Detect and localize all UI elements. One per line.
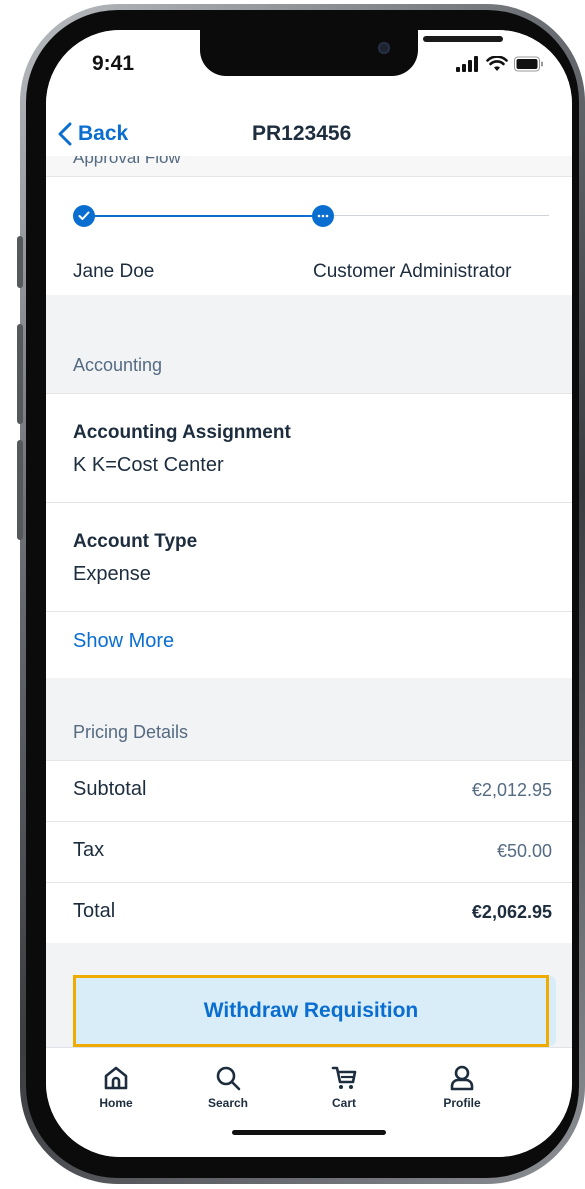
tab-home[interactable]: Home: [76, 1064, 156, 1110]
price-label: Total: [73, 900, 116, 922]
tab-cart[interactable]: Cart: [304, 1064, 384, 1110]
approval-flow: Jane Doe Customer Administrator: [46, 177, 572, 295]
pricing-details-header-label: Pricing Details: [73, 722, 189, 742]
speaker: [423, 36, 503, 42]
profile-icon: [450, 1065, 474, 1091]
approval-remaining-line: [334, 215, 549, 216]
field-label: Account Type: [73, 531, 198, 552]
field-label: Accounting Assignment: [73, 422, 291, 443]
price-label: Subtotal: [73, 778, 147, 800]
show-more-link[interactable]: Show More: [73, 630, 174, 653]
pricing-details-header: Pricing Details: [46, 678, 572, 761]
field-value: K K=Cost Center: [73, 454, 224, 476]
price-value: €50.00: [496, 841, 552, 861]
section-spacer: [46, 295, 572, 341]
price-value: €2,062.95: [471, 902, 552, 922]
accounting-header: Accounting: [46, 341, 572, 394]
tab-label: Search: [207, 1096, 249, 1110]
tax-row: Tax €50.00: [46, 822, 572, 883]
page-title: PR123456: [252, 122, 352, 145]
approval-step-2-name: Customer Administrator: [313, 261, 512, 282]
accounting-assignment-field: Accounting Assignment K K=Cost Center: [46, 394, 572, 503]
tab-label: Profile: [443, 1096, 481, 1110]
step-completed-check-icon: [73, 205, 95, 227]
back-label: Back: [78, 122, 129, 145]
notch: [200, 30, 503, 76]
accounting-header-label: Accounting: [73, 355, 163, 375]
scroll-content[interactable]: Approval Flow Jane Doe Customer Administ…: [46, 156, 572, 1073]
volume-down-button: [17, 440, 23, 540]
tab-label: Home: [99, 1096, 133, 1110]
approval-flow-header-label: Approval Flow: [73, 156, 181, 167]
price-value: €2,012.95: [471, 780, 552, 800]
cart-icon: [331, 1066, 357, 1089]
approval-flow-header: Approval Flow: [46, 156, 572, 177]
tab-profile[interactable]: Profile: [422, 1064, 502, 1110]
account-type-field: Account Type Expense: [46, 503, 572, 612]
price-label: Tax: [73, 839, 105, 861]
approval-step-1-name: Jane Doe: [73, 261, 155, 282]
screen: 9:41 Back PR123456 Approval Flow Jane Do…: [46, 30, 572, 1157]
approval-progress-line: [94, 215, 324, 217]
total-row: Total €2,062.95: [46, 883, 572, 943]
chevron-left-icon: [58, 122, 72, 146]
tab-label: Cart: [331, 1096, 356, 1110]
show-more-row: Show More: [46, 612, 572, 678]
withdraw-requisition-button[interactable]: Withdraw Requisition: [73, 975, 549, 1047]
step-in-progress-icon: [312, 205, 334, 227]
status-time: 9:41: [92, 52, 135, 75]
tab-search[interactable]: Search: [188, 1064, 268, 1110]
tab-bar: Home Search Cart Profile: [46, 1047, 572, 1157]
battery-icon: [514, 56, 543, 72]
wifi-icon: [486, 56, 508, 71]
subtotal-row: Subtotal €2,012.95: [46, 761, 572, 822]
camera: [378, 42, 390, 54]
volume-up-button: [17, 324, 23, 424]
cellular-signal-icon: [456, 56, 478, 72]
home-icon: [104, 1066, 128, 1090]
navigation-bar: Back PR123456: [46, 114, 572, 156]
home-indicator: [232, 1130, 386, 1135]
search-icon: [216, 1066, 241, 1091]
field-value: Expense: [73, 563, 151, 585]
back-button[interactable]: Back: [58, 114, 128, 154]
status-icons: [456, 56, 544, 72]
mute-switch: [17, 236, 23, 288]
